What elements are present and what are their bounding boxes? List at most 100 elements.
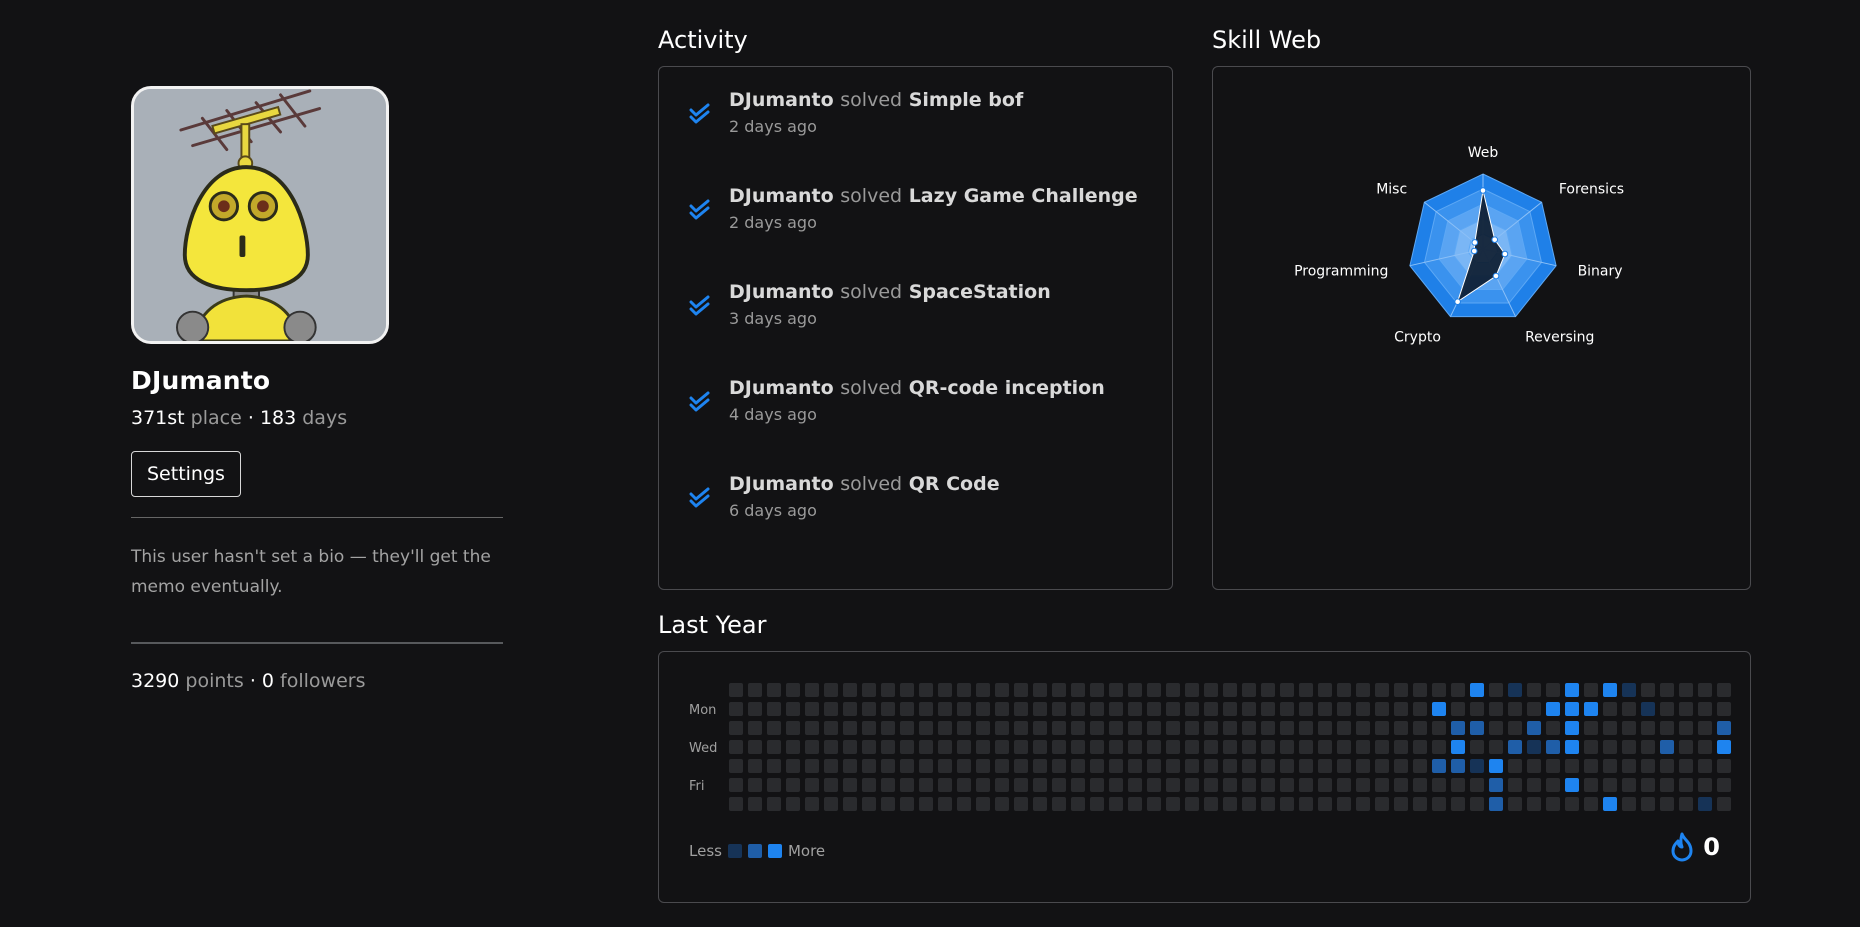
- heatmap-cell[interactable]: [1185, 797, 1199, 811]
- heatmap-cell[interactable]: [1489, 797, 1503, 811]
- heatmap-cell[interactable]: [1261, 702, 1275, 716]
- heatmap-cell[interactable]: [1622, 759, 1636, 773]
- heatmap-cell[interactable]: [1147, 778, 1161, 792]
- activity-challenge[interactable]: Lazy Game Challenge: [909, 185, 1138, 207]
- heatmap-cell[interactable]: [1337, 740, 1351, 754]
- heatmap-cell[interactable]: [729, 740, 743, 754]
- heatmap-cell[interactable]: [824, 683, 838, 697]
- heatmap-cell[interactable]: [1489, 702, 1503, 716]
- heatmap-cell[interactable]: [1641, 778, 1655, 792]
- heatmap-cell[interactable]: [1014, 759, 1028, 773]
- heatmap-cell[interactable]: [1261, 683, 1275, 697]
- heatmap-cell[interactable]: [786, 702, 800, 716]
- heatmap-cell[interactable]: [1603, 740, 1617, 754]
- heatmap-cell[interactable]: [1698, 778, 1712, 792]
- heatmap-cell[interactable]: [957, 778, 971, 792]
- heatmap-cell[interactable]: [1527, 797, 1541, 811]
- heatmap-cell[interactable]: [900, 683, 914, 697]
- heatmap-cell[interactable]: [919, 759, 933, 773]
- heatmap-cell[interactable]: [1280, 702, 1294, 716]
- heatmap-cell[interactable]: [1185, 721, 1199, 735]
- heatmap-cell[interactable]: [843, 740, 857, 754]
- heatmap-cell[interactable]: [1204, 740, 1218, 754]
- heatmap-cell[interactable]: [1584, 759, 1598, 773]
- heatmap-cell[interactable]: [1033, 740, 1047, 754]
- heatmap-cell[interactable]: [862, 778, 876, 792]
- heatmap-cell[interactable]: [1565, 759, 1579, 773]
- heatmap-cell[interactable]: [1166, 702, 1180, 716]
- heatmap-cell[interactable]: [976, 683, 990, 697]
- heatmap-cell[interactable]: [976, 721, 990, 735]
- heatmap-cell[interactable]: [1622, 702, 1636, 716]
- heatmap-cell[interactable]: [957, 797, 971, 811]
- heatmap-cell[interactable]: [1280, 759, 1294, 773]
- heatmap-cell[interactable]: [1717, 721, 1731, 735]
- heatmap-cell[interactable]: [900, 759, 914, 773]
- heatmap-cell[interactable]: [748, 683, 762, 697]
- heatmap-cell[interactable]: [1584, 778, 1598, 792]
- heatmap-cell[interactable]: [919, 740, 933, 754]
- heatmap-cell[interactable]: [1109, 702, 1123, 716]
- heatmap-cell[interactable]: [1166, 797, 1180, 811]
- heatmap-cell[interactable]: [1394, 797, 1408, 811]
- heatmap-cell[interactable]: [1717, 778, 1731, 792]
- heatmap-cell[interactable]: [1679, 721, 1693, 735]
- heatmap-cell[interactable]: [1356, 778, 1370, 792]
- activity-challenge[interactable]: QR Code: [909, 473, 1000, 495]
- heatmap-cell[interactable]: [1584, 702, 1598, 716]
- heatmap-cell[interactable]: [1451, 759, 1465, 773]
- heatmap-cell[interactable]: [824, 702, 838, 716]
- settings-button[interactable]: Settings: [131, 451, 241, 497]
- heatmap-cell[interactable]: [1717, 797, 1731, 811]
- heatmap-cell[interactable]: [957, 702, 971, 716]
- heatmap-cell[interactable]: [1299, 759, 1313, 773]
- heatmap-cell[interactable]: [1337, 702, 1351, 716]
- heatmap-cell[interactable]: [1299, 740, 1313, 754]
- heatmap-cell[interactable]: [843, 759, 857, 773]
- heatmap-cell[interactable]: [1413, 759, 1427, 773]
- heatmap-cell[interactable]: [786, 797, 800, 811]
- heatmap-cell[interactable]: [1641, 702, 1655, 716]
- heatmap-cell[interactable]: [881, 702, 895, 716]
- heatmap-cell[interactable]: [1546, 683, 1560, 697]
- heatmap-cell[interactable]: [1071, 797, 1085, 811]
- heatmap-cell[interactable]: [1033, 759, 1047, 773]
- heatmap-cell[interactable]: [1280, 778, 1294, 792]
- heatmap-cell[interactable]: [748, 797, 762, 811]
- heatmap-cell[interactable]: [1527, 740, 1541, 754]
- heatmap-cell[interactable]: [1508, 702, 1522, 716]
- heatmap-cell[interactable]: [729, 759, 743, 773]
- heatmap-cell[interactable]: [748, 740, 762, 754]
- heatmap-cell[interactable]: [1641, 797, 1655, 811]
- heatmap-cell[interactable]: [1622, 740, 1636, 754]
- heatmap-cell[interactable]: [1470, 778, 1484, 792]
- heatmap-cell[interactable]: [1280, 797, 1294, 811]
- heatmap-cell[interactable]: [1660, 702, 1674, 716]
- heatmap-cell[interactable]: [805, 702, 819, 716]
- heatmap-cell[interactable]: [1052, 740, 1066, 754]
- heatmap-cell[interactable]: [1451, 721, 1465, 735]
- heatmap-cell[interactable]: [1109, 797, 1123, 811]
- heatmap-cell[interactable]: [1394, 778, 1408, 792]
- heatmap-cell[interactable]: [1280, 683, 1294, 697]
- heatmap-cell[interactable]: [1660, 778, 1674, 792]
- heatmap-cell[interactable]: [862, 759, 876, 773]
- heatmap-cell[interactable]: [843, 778, 857, 792]
- heatmap-cell[interactable]: [1432, 759, 1446, 773]
- heatmap-cell[interactable]: [1451, 797, 1465, 811]
- heatmap-cell[interactable]: [1698, 702, 1712, 716]
- heatmap-cell[interactable]: [1071, 683, 1085, 697]
- heatmap-cell[interactable]: [1014, 778, 1028, 792]
- heatmap-cell[interactable]: [1375, 721, 1389, 735]
- heatmap-cell[interactable]: [1052, 778, 1066, 792]
- heatmap-cell[interactable]: [1033, 702, 1047, 716]
- activity-challenge[interactable]: QR-code inception: [909, 377, 1105, 399]
- heatmap-cell[interactable]: [1679, 702, 1693, 716]
- heatmap-cell[interactable]: [1204, 683, 1218, 697]
- heatmap-cell[interactable]: [976, 797, 990, 811]
- heatmap-cell[interactable]: [862, 740, 876, 754]
- heatmap-cell[interactable]: [919, 683, 933, 697]
- heatmap-cell[interactable]: [767, 759, 781, 773]
- heatmap-cell[interactable]: [1698, 740, 1712, 754]
- heatmap-cell[interactable]: [843, 683, 857, 697]
